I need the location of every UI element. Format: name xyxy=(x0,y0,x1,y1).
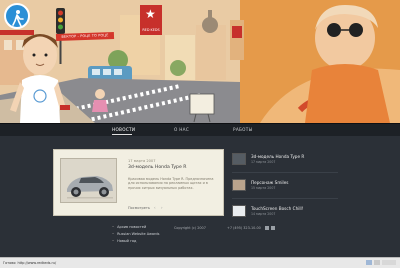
previous-arrow-icon[interactable]: ‹ xyxy=(154,205,156,210)
nav-item-works[interactable]: РАБОТЫ xyxy=(233,124,253,136)
featured-news-title[interactable]: 3d-модель Honda Type R xyxy=(128,165,186,170)
sidebar-news-item[interactable]: Персонаж Smiles 15 марта 2007 xyxy=(232,179,342,193)
sidebar-news-date: 17 марта 2007 xyxy=(251,160,276,164)
nav-active-indicator xyxy=(112,134,132,135)
pedestrian-crossing-icon[interactable] xyxy=(4,3,30,29)
main-navigation: НОВОСТИ О НАС РАБОТЫ xyxy=(0,123,400,136)
sidebar-news-title[interactable]: Персонаж Smiles xyxy=(251,180,288,185)
sidebar-news-title[interactable]: 3d-модель Honda Type R xyxy=(251,154,304,159)
read-more-link[interactable]: Посмотреть xyxy=(128,206,150,210)
featured-news-image[interactable] xyxy=(60,158,117,203)
awards-link[interactable]: Russian Website Awards xyxy=(112,232,159,236)
sidebar-divider xyxy=(232,198,338,199)
status-indicators xyxy=(366,260,396,265)
sidebar-news-date: 14 марта 2007 xyxy=(251,212,276,216)
flag-text: RED KEDS xyxy=(142,28,160,32)
sidebar-news-item[interactable]: 3d-модель Honda Type R 17 марта 2007 xyxy=(232,153,342,167)
news-thumbnail xyxy=(232,205,246,217)
sidebar-news-item[interactable]: TouchScreen Bosch Chill! 14 марта 2007 xyxy=(232,205,342,219)
home-icon[interactable] xyxy=(265,226,269,230)
phone-number: +7 (495) 323-10-00 xyxy=(227,226,261,230)
logo-flag[interactable]: ★ RED KEDS xyxy=(140,5,162,35)
sidebar-news-title[interactable]: TouchScreen Bosch Chill! xyxy=(251,206,303,211)
sidebar-news-date: 15 марта 2007 xyxy=(251,186,276,190)
news-thumbnail xyxy=(232,179,246,191)
star-icon: ★ xyxy=(145,7,156,21)
featured-news-body: Красивая модель Honda Type R. Предназнач… xyxy=(128,177,214,190)
nav-item-about[interactable]: О НАС xyxy=(174,124,189,136)
featured-news-date: 17 марта 2007 xyxy=(128,159,156,163)
news-archive-link[interactable]: Архив новостей xyxy=(112,225,146,229)
copyright-text: Copyright (c) 2007 xyxy=(174,226,206,230)
hero-illustration: ВЕКТОР - РОЦЕ ТО РОЦЕ ★ RED KEDS xyxy=(0,0,400,123)
hero-scene xyxy=(0,0,400,123)
sidebar-divider xyxy=(232,172,338,173)
mail-icon[interactable] xyxy=(271,226,275,230)
browser-status-bar: Готово: http://www.redkeds.ru/ xyxy=(0,257,400,268)
new-year-link[interactable]: Новый год xyxy=(112,239,136,243)
featured-news-card: 17 марта 2007 3d-модель Honda Type R Кра… xyxy=(53,149,224,216)
next-arrow-icon[interactable]: › xyxy=(161,205,163,210)
news-thumbnail xyxy=(232,153,246,165)
